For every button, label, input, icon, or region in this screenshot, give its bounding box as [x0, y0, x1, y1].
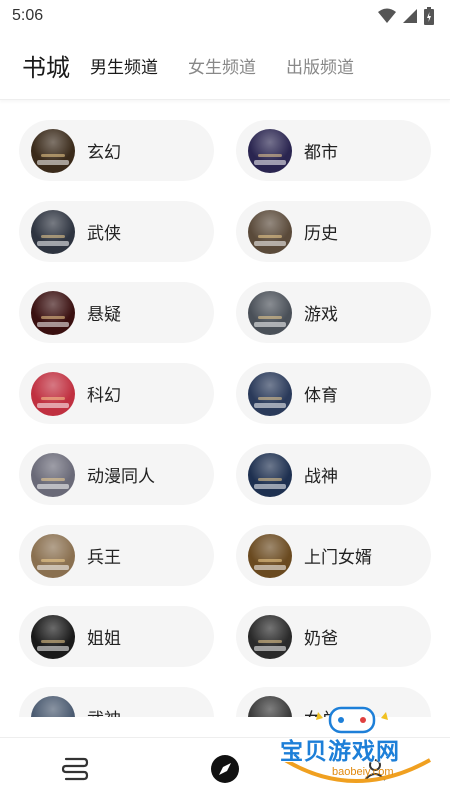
wifi-icon [378, 8, 396, 23]
book-cover [31, 290, 75, 335]
book-cover [31, 128, 75, 173]
category-label: 女总 [304, 705, 338, 717]
category-list[interactable]: 玄幻 都市 武侠 历史 悬疑 游戏 科幻 体育 动漫同人 战神 兵王 上门女婿 … [0, 101, 450, 717]
category-label: 姐姐 [87, 629, 121, 649]
category-label: 兵王 [87, 548, 121, 568]
category-grid: 玄幻 都市 武侠 历史 悬疑 游戏 科幻 体育 动漫同人 战神 兵王 上门女婿 … [0, 101, 450, 717]
category-item[interactable]: 科幻 [19, 363, 214, 424]
nav-discover[interactable] [201, 745, 249, 793]
category-item[interactable]: 武侠 [19, 201, 214, 262]
category-item[interactable]: 姐姐 [19, 606, 214, 667]
category-label: 奶爸 [304, 629, 338, 649]
compass-icon [211, 755, 239, 783]
book-cover [248, 128, 292, 173]
book-cover [248, 614, 292, 659]
book-cover [248, 209, 292, 254]
tab-female-channel[interactable]: 女生频道 [188, 53, 256, 78]
book-cover [31, 209, 75, 254]
book-cover [248, 452, 292, 497]
nav-bookshelf[interactable] [51, 745, 99, 793]
category-item[interactable]: 游戏 [236, 282, 431, 343]
category-label: 玄幻 [87, 143, 121, 163]
category-item[interactable]: 兵王 [19, 525, 214, 586]
category-item[interactable]: 动漫同人 [19, 444, 214, 505]
category-label: 武神 [87, 705, 121, 717]
page-title: 书城 [22, 54, 70, 82]
book-cover [248, 533, 292, 578]
header: 书城 男生频道 女生频道 出版频道 [0, 32, 450, 100]
battery-icon [424, 7, 434, 25]
category-item[interactable]: 悬疑 [19, 282, 214, 343]
book-cover [248, 695, 292, 717]
bookshelf-icon [61, 757, 89, 781]
category-label: 悬疑 [87, 305, 121, 325]
category-item[interactable]: 武神 [19, 687, 214, 717]
tab-publishing-channel[interactable]: 出版频道 [286, 53, 354, 78]
category-item[interactable]: 体育 [236, 363, 431, 424]
category-label: 体育 [304, 386, 338, 406]
status-bar: 5:06 [0, 0, 450, 32]
category-item[interactable]: 都市 [236, 120, 431, 181]
category-label: 科幻 [87, 386, 121, 406]
category-label: 历史 [304, 224, 338, 244]
book-cover [31, 371, 75, 416]
category-item[interactable]: 女总 [236, 687, 431, 717]
profile-icon [364, 759, 386, 781]
nav-profile[interactable] [351, 745, 399, 793]
status-icons [378, 7, 434, 25]
status-time: 5:06 [12, 7, 44, 24]
category-label: 战神 [304, 467, 338, 487]
tab-male-channel[interactable]: 男生频道 [90, 53, 158, 78]
category-item[interactable]: 玄幻 [19, 120, 214, 181]
bottom-nav [0, 737, 450, 800]
category-label: 游戏 [304, 305, 338, 325]
category-label: 武侠 [87, 224, 121, 244]
book-cover [248, 371, 292, 416]
category-label: 动漫同人 [87, 467, 155, 487]
signal-icon [403, 9, 417, 23]
book-cover [31, 452, 75, 497]
book-cover [31, 533, 75, 578]
category-label: 都市 [304, 143, 338, 163]
book-cover [31, 614, 75, 659]
category-item[interactable]: 上门女婿 [236, 525, 431, 586]
category-label: 上门女婿 [304, 548, 372, 568]
book-cover [31, 695, 75, 717]
category-item[interactable]: 历史 [236, 201, 431, 262]
book-cover [248, 290, 292, 335]
category-item[interactable]: 战神 [236, 444, 431, 505]
category-item[interactable]: 奶爸 [236, 606, 431, 667]
